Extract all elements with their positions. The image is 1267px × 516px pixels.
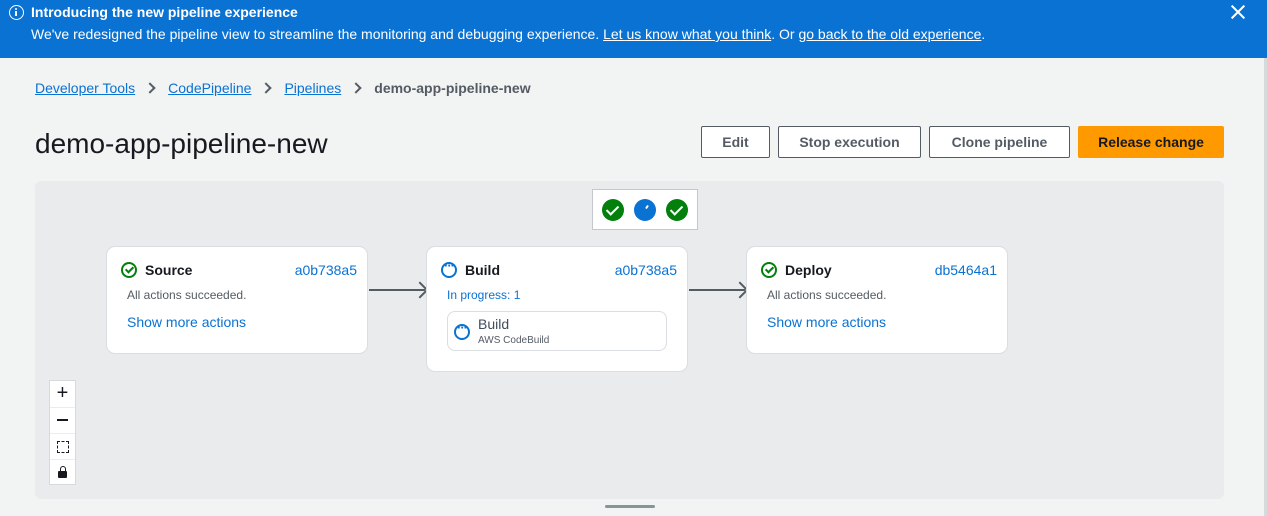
banner-text-end: . bbox=[981, 26, 986, 42]
check-circle-icon bbox=[121, 262, 137, 278]
action-build[interactable]: Build AWS CodeBuild bbox=[447, 311, 667, 351]
breadcrumb-codepipeline[interactable]: CodePipeline bbox=[168, 80, 251, 96]
check-circle-icon bbox=[761, 262, 777, 278]
stage-name: Deploy bbox=[785, 262, 832, 278]
stage-deploy: Deploy db5464a1 All actions succeeded. S… bbox=[747, 247, 1007, 353]
banner-title: Introducing the new pipeline experience bbox=[31, 4, 298, 20]
info-icon bbox=[9, 5, 24, 20]
release-change-button[interactable]: Release change bbox=[1078, 126, 1224, 158]
lock-icon[interactable] bbox=[50, 459, 75, 485]
transition-arrow bbox=[689, 289, 745, 291]
fit-view-icon[interactable] bbox=[50, 433, 75, 459]
breadcrumb-pipelines[interactable]: Pipelines bbox=[284, 80, 341, 96]
breadcrumb-current: demo-app-pipeline-new bbox=[374, 80, 531, 96]
show-more-actions-link[interactable]: Show more actions bbox=[767, 314, 886, 330]
edit-button[interactable]: Edit bbox=[701, 126, 770, 158]
chevron-right-icon bbox=[350, 82, 362, 94]
zoom-out-icon[interactable] bbox=[50, 407, 75, 433]
stage-succeeded-icon[interactable] bbox=[666, 198, 688, 221]
stage-status: All actions succeeded. bbox=[127, 288, 247, 302]
zoom-controls: + bbox=[49, 380, 76, 485]
stage-build: Build a0b738a5 In progress: 1 Build AWS … bbox=[427, 247, 687, 371]
banner-text-before: We've redesigned the pipeline view to st… bbox=[31, 26, 600, 42]
banner-text: We've redesigned the pipeline view to st… bbox=[31, 26, 985, 42]
breadcrumb: Developer Tools CodePipeline Pipelines d… bbox=[35, 80, 531, 96]
in-progress-icon bbox=[441, 258, 457, 278]
stage-status: In progress: 1 bbox=[447, 288, 521, 302]
feedback-link[interactable]: Let us know what you think bbox=[603, 26, 771, 42]
resize-handle[interactable] bbox=[605, 505, 655, 508]
notification-banner: Introducing the new pipeline experience … bbox=[0, 0, 1267, 58]
stage-status: All actions succeeded. bbox=[767, 288, 887, 302]
action-name: Build bbox=[478, 316, 510, 332]
clone-pipeline-button[interactable]: Clone pipeline bbox=[929, 126, 1070, 158]
stage-name: Build bbox=[465, 262, 500, 278]
zoom-in-icon[interactable]: + bbox=[50, 381, 75, 407]
chevron-right-icon bbox=[260, 82, 273, 94]
build-revision-link[interactable]: a0b738a5 bbox=[615, 262, 677, 278]
in-progress-icon bbox=[454, 320, 470, 340]
show-more-actions-link[interactable]: Show more actions bbox=[127, 314, 246, 330]
stage-succeeded-icon[interactable] bbox=[602, 198, 624, 221]
close-icon[interactable] bbox=[1229, 3, 1247, 21]
banner-text-middle: . Or bbox=[771, 26, 795, 42]
breadcrumb-developer-tools[interactable]: Developer Tools bbox=[35, 80, 135, 96]
transition-arrow bbox=[369, 289, 425, 291]
chevron-right-icon bbox=[144, 82, 156, 94]
old-experience-link[interactable]: go back to the old experience bbox=[798, 26, 981, 42]
action-provider: AWS CodeBuild bbox=[478, 335, 550, 346]
stage-name: Source bbox=[145, 262, 193, 278]
stage-header: Build bbox=[441, 258, 500, 278]
source-revision-link[interactable]: a0b738a5 bbox=[295, 262, 357, 278]
deploy-revision-link[interactable]: db5464a1 bbox=[935, 262, 997, 278]
execution-status-strip bbox=[592, 189, 698, 230]
stop-execution-button[interactable]: Stop execution bbox=[778, 126, 921, 158]
stage-header: Source bbox=[121, 262, 192, 278]
stage-in-progress-icon[interactable] bbox=[634, 198, 656, 221]
stage-header: Deploy bbox=[761, 262, 832, 278]
stage-source: Source a0b738a5 All actions succeeded. S… bbox=[107, 247, 367, 353]
page-title: demo-app-pipeline-new bbox=[35, 128, 328, 159]
